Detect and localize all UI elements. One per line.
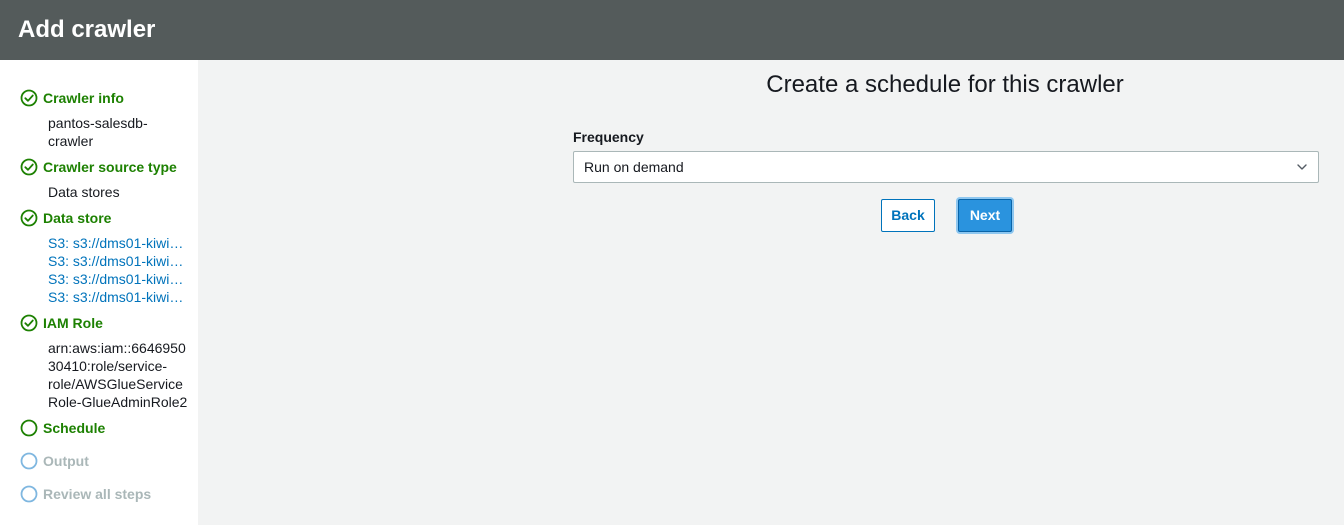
circle-icon: [20, 485, 38, 503]
page-title: Add crawler: [18, 16, 156, 43]
step-detail: Data stores: [48, 184, 120, 200]
chevron-down-icon: [1297, 164, 1307, 170]
step-detail: arn:aws:iam::6646950: [48, 340, 186, 356]
data-store-link[interactable]: S3: s3://dms01-kiwi-bucket: [48, 252, 186, 270]
section-title: Create a schedule for this crawler: [766, 71, 1124, 98]
step-detail: crawler: [48, 133, 94, 149]
frequency-label: Frequency: [573, 129, 644, 145]
step-label: Crawler source type: [43, 159, 177, 175]
check-circle-icon: [20, 158, 38, 176]
step-detail: role/AWSGlueService: [48, 376, 183, 392]
check-circle-icon: [20, 314, 38, 332]
circle-icon: [20, 452, 38, 470]
frequency-value: Run on demand: [584, 159, 684, 175]
step-label: Schedule: [43, 420, 106, 436]
next-button[interactable]: Next: [958, 199, 1012, 232]
step-label: Crawler info: [43, 90, 124, 106]
data-store-link[interactable]: S3: s3://dms01-kiwi-bucket: [48, 234, 186, 252]
frequency-select[interactable]: Run on demand: [573, 151, 1319, 183]
step-detail: 30410:role/service-: [48, 358, 168, 374]
check-circle-icon: [20, 89, 38, 107]
circle-icon: [20, 419, 38, 437]
step-detail: pantos-salesdb-: [48, 115, 148, 131]
step-detail: Role-GlueAdminRole2: [48, 394, 188, 410]
data-store-link[interactable]: S3: s3://dms01-kiwi-bucket: [48, 288, 186, 306]
step-label: Output: [43, 453, 89, 469]
back-button[interactable]: Back: [881, 199, 935, 232]
step-label: Review all steps: [43, 486, 152, 502]
data-store-link[interactable]: S3: s3://dms01-kiwi-bucket: [48, 270, 186, 288]
step-label: Data store: [43, 210, 112, 226]
steps-sidebar: Crawler info pantos-salesdb- crawler Cra…: [0, 60, 198, 525]
header-bar: Add crawler: [0, 0, 1344, 60]
step-label: IAM Role: [43, 315, 103, 331]
check-circle-icon: [20, 209, 38, 227]
